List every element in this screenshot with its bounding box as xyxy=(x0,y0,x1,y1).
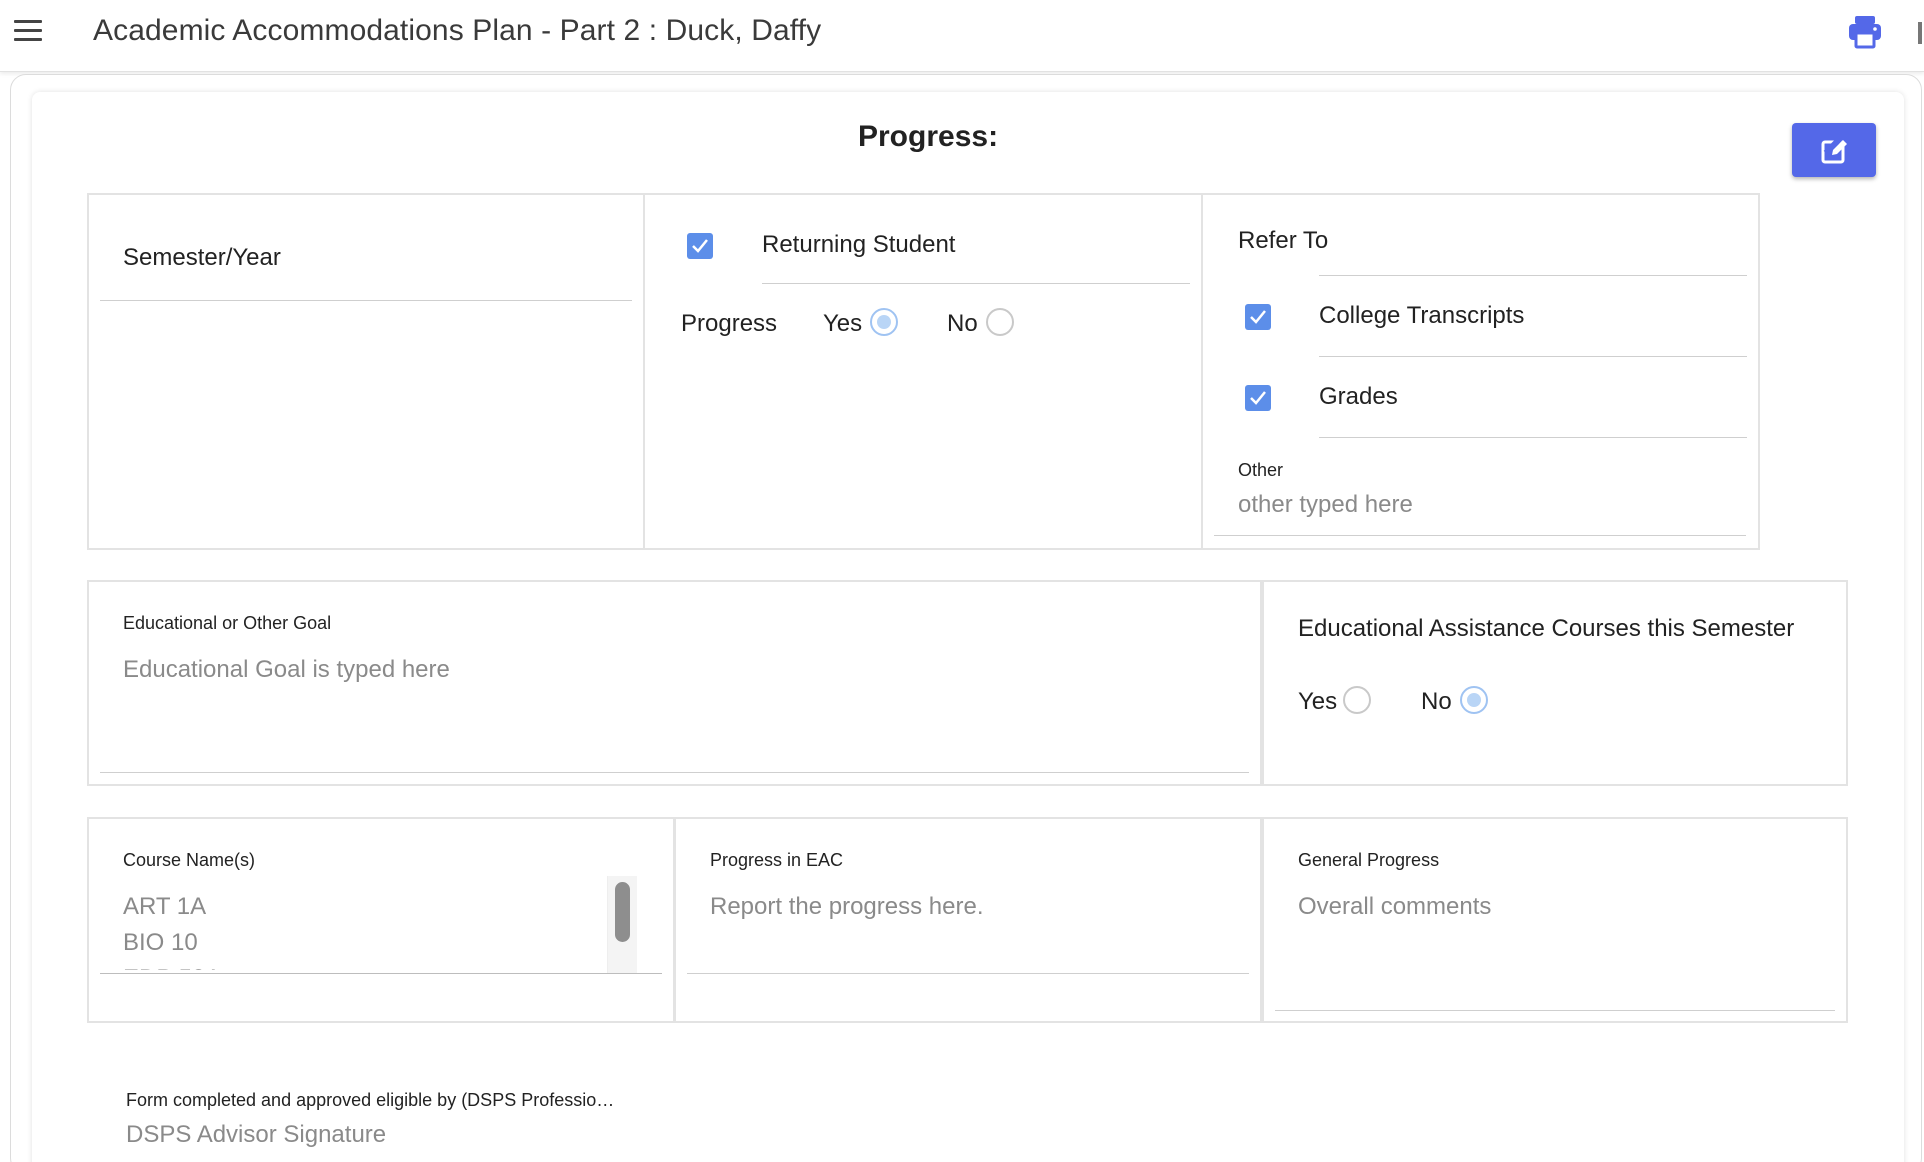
eac-yes-label: Yes xyxy=(1298,688,1338,715)
general-progress-underline xyxy=(1275,1010,1835,1011)
other-underline xyxy=(1214,535,1746,536)
goal-underline xyxy=(100,772,1249,773)
progress-yes-label: Yes xyxy=(823,310,863,337)
other-input[interactable]: other typed here xyxy=(1238,491,1413,519)
progress-yes-radio[interactable] xyxy=(870,308,898,336)
list-item[interactable]: ART 1A xyxy=(123,890,603,926)
progress-no-label: No xyxy=(947,310,978,337)
general-progress-input[interactable]: Overall comments xyxy=(1298,893,1491,921)
list-item[interactable]: BIO 10 xyxy=(123,926,603,962)
eac-no-label: No xyxy=(1421,688,1452,715)
college-transcripts-label: College Transcripts xyxy=(1319,302,1525,329)
eac-no-radio[interactable] xyxy=(1460,686,1488,714)
general-progress-label: General Progress xyxy=(1298,850,1440,870)
college-transcripts-checkbox[interactable] xyxy=(1245,304,1271,330)
courses-underline xyxy=(100,973,662,974)
grades-underline xyxy=(1319,437,1747,438)
returning-student-label: Returning Student xyxy=(762,231,956,258)
refer-to-title: Refer To xyxy=(1238,227,1329,254)
hamburger-menu-icon[interactable] xyxy=(14,20,44,42)
refer-to-underline xyxy=(1319,275,1747,276)
grades-checkbox[interactable] xyxy=(1245,385,1271,411)
semester-underline xyxy=(100,300,632,301)
returning-student-checkbox[interactable] xyxy=(687,233,713,259)
goal-input[interactable]: Educational Goal is typed here xyxy=(123,656,450,684)
college-transcripts-underline xyxy=(1319,356,1747,357)
signature-input[interactable]: DSPS Advisor Signature xyxy=(126,1121,386,1149)
grades-label: Grades xyxy=(1319,383,1398,410)
course-names-label: Course Name(s) xyxy=(123,850,256,870)
semester-year-field[interactable]: Semester/Year xyxy=(123,244,281,272)
printer-icon[interactable] xyxy=(1846,14,1884,50)
eac-yes-radio[interactable] xyxy=(1343,686,1371,714)
progress-label: Progress xyxy=(681,310,778,337)
edit-icon xyxy=(1821,136,1847,164)
progress-eac-label: Progress in EAC xyxy=(710,850,844,870)
edit-button[interactable] xyxy=(1792,123,1876,177)
course-list-scrollbar[interactable] xyxy=(615,882,630,942)
goal-label: Educational or Other Goal xyxy=(123,613,332,633)
progress-eac-underline xyxy=(687,973,1249,974)
progress-eac-input[interactable]: Report the progress here. xyxy=(710,893,983,921)
window-edge-marker xyxy=(1918,22,1922,44)
list-item[interactable]: EDP 50A xyxy=(123,962,603,970)
eac-box xyxy=(1262,580,1848,786)
app-bar: Academic Accommodations Plan - Part 2 : … xyxy=(0,0,1924,72)
course-list[interactable]: ART 1A BIO 10 EDP 50A xyxy=(123,890,603,970)
section-title: Progress: xyxy=(858,120,999,153)
progress-no-radio[interactable] xyxy=(986,308,1014,336)
signature-label: Form completed and approved eligible by … xyxy=(126,1090,615,1110)
eac-title: Educational Assistance Courses this Seme… xyxy=(1298,615,1795,642)
page-title: Academic Accommodations Plan - Part 2 : … xyxy=(93,14,822,47)
returning-underline xyxy=(762,283,1190,284)
other-label: Other xyxy=(1238,460,1284,480)
